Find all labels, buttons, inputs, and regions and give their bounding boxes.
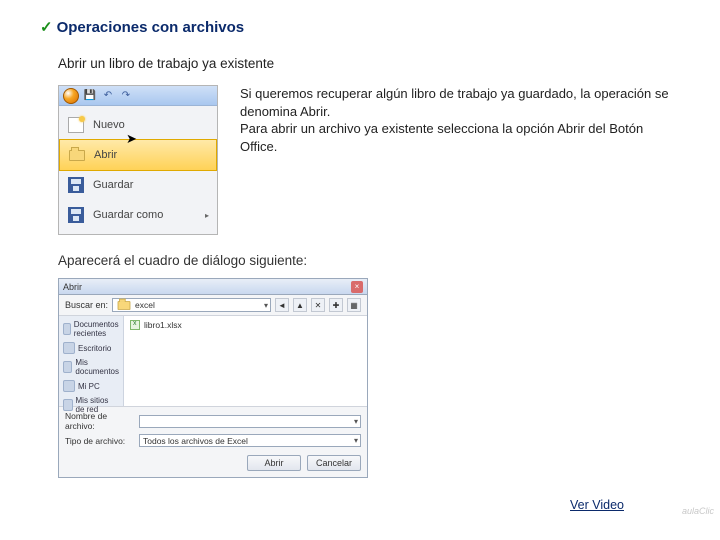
file-row: libro1.xlsx — [130, 320, 361, 330]
paragraph-2: Para abrir un archivo ya existente selec… — [240, 120, 680, 155]
open-button: Abrir — [247, 455, 301, 471]
file-list: libro1.xlsx — [124, 316, 367, 406]
menu-item-label: Guardar — [93, 179, 133, 191]
watermark: aulaClic — [682, 506, 714, 516]
cancel-button: Cancelar — [307, 455, 361, 471]
documents-icon — [63, 361, 72, 373]
filetype-input: Todos los archivos de Excel — [139, 434, 361, 447]
close-icon: × — [351, 281, 363, 293]
open-folder-icon — [68, 146, 86, 164]
subheading: Abrir un libro de trabajo ya existente — [0, 36, 720, 71]
filename-input — [139, 415, 361, 428]
place-desktop: Escritorio — [59, 341, 123, 355]
place-label: Documentos recientes — [74, 320, 119, 338]
menu-item-guardar: Guardar — [59, 170, 217, 200]
menu-item-label: Guardar como — [93, 209, 163, 221]
open-dialog-screenshot: Abrir × Buscar en: excel ◄ ▲ ✕ ✚ ▦ Docum… — [58, 278, 368, 478]
office-menu-screenshot: 💾 ↶ ↷ Nuevo Abrir ➤ Guardar Guardar como… — [58, 85, 218, 235]
place-mypc: Mi PC — [59, 379, 123, 393]
filetype-label: Tipo de archivo: — [65, 436, 133, 446]
computer-icon — [63, 380, 75, 392]
heading-text: Operaciones con archivos — [57, 19, 245, 36]
dialog-buttons: Abrir Cancelar — [59, 451, 367, 477]
menu-item-nuevo: Nuevo — [59, 110, 217, 140]
lookin-combo: excel — [112, 298, 271, 312]
views-icon: ▦ — [347, 298, 361, 312]
newfolder-icon: ✚ — [329, 298, 343, 312]
ver-video-link[interactable]: Ver Video — [570, 498, 624, 512]
check-icon: ✓ — [40, 19, 53, 36]
save-as-icon — [67, 206, 85, 224]
menu-item-label: Abrir — [94, 149, 117, 161]
save-icon: 💾 — [83, 89, 97, 103]
back-icon: ◄ — [275, 298, 289, 312]
file-name: libro1.xlsx — [144, 320, 182, 330]
filename-label: Nombre de archivo: — [65, 411, 133, 431]
folder-icon — [118, 301, 131, 310]
dialog-title: Abrir — [63, 282, 82, 292]
place-recent: Documentos recientes — [59, 319, 123, 339]
excel-file-icon — [130, 320, 140, 330]
place-documents: Mis documentos — [59, 357, 123, 377]
new-file-icon — [67, 116, 85, 134]
redo-icon: ↷ — [119, 89, 133, 103]
places-bar: Documentos recientes Escritorio Mis docu… — [59, 316, 124, 406]
place-label: Mis documentos — [75, 358, 119, 376]
section-heading: ✓Operaciones con archivos — [0, 0, 720, 36]
lookin-label: Buscar en: — [65, 300, 108, 310]
chevron-right-icon: ▸ — [205, 211, 209, 220]
place-label: Mi PC — [78, 382, 100, 391]
cursor-icon: ➤ — [126, 131, 137, 147]
subheading-2: Aparecerá el cuadro de diálogo siguiente… — [0, 235, 720, 268]
up-icon: ▲ — [293, 298, 307, 312]
filetype-value: Todos los archivos de Excel — [143, 436, 248, 446]
delete-icon: ✕ — [311, 298, 325, 312]
quick-access-toolbar: 💾 ↶ ↷ — [59, 86, 217, 106]
menu-item-label: Nuevo — [93, 119, 125, 131]
paragraph-1: Si queremos recuperar algún libro de tra… — [240, 85, 680, 120]
place-label: Escritorio — [78, 344, 111, 353]
dialog-body: Documentos recientes Escritorio Mis docu… — [59, 316, 367, 406]
menu-item-guardar-como: Guardar como ▸ — [59, 200, 217, 230]
undo-icon: ↶ — [101, 89, 115, 103]
dialog-titlebar: Abrir × — [59, 279, 367, 295]
dialog-toolbar: Buscar en: excel ◄ ▲ ✕ ✚ ▦ — [59, 295, 367, 316]
desktop-icon — [63, 342, 75, 354]
network-icon — [63, 399, 73, 411]
office-button-icon — [63, 88, 79, 104]
dialog-bottom: Nombre de archivo: Tipo de archivo: Todo… — [59, 406, 367, 451]
body-text: Si queremos recuperar algún libro de tra… — [240, 85, 680, 235]
recent-icon — [63, 323, 71, 335]
lookin-value: excel — [135, 300, 155, 310]
menu-item-abrir: Abrir ➤ — [59, 139, 217, 171]
save-disk-icon — [67, 176, 85, 194]
office-menu-list: Nuevo Abrir ➤ Guardar Guardar como ▸ — [59, 106, 217, 234]
